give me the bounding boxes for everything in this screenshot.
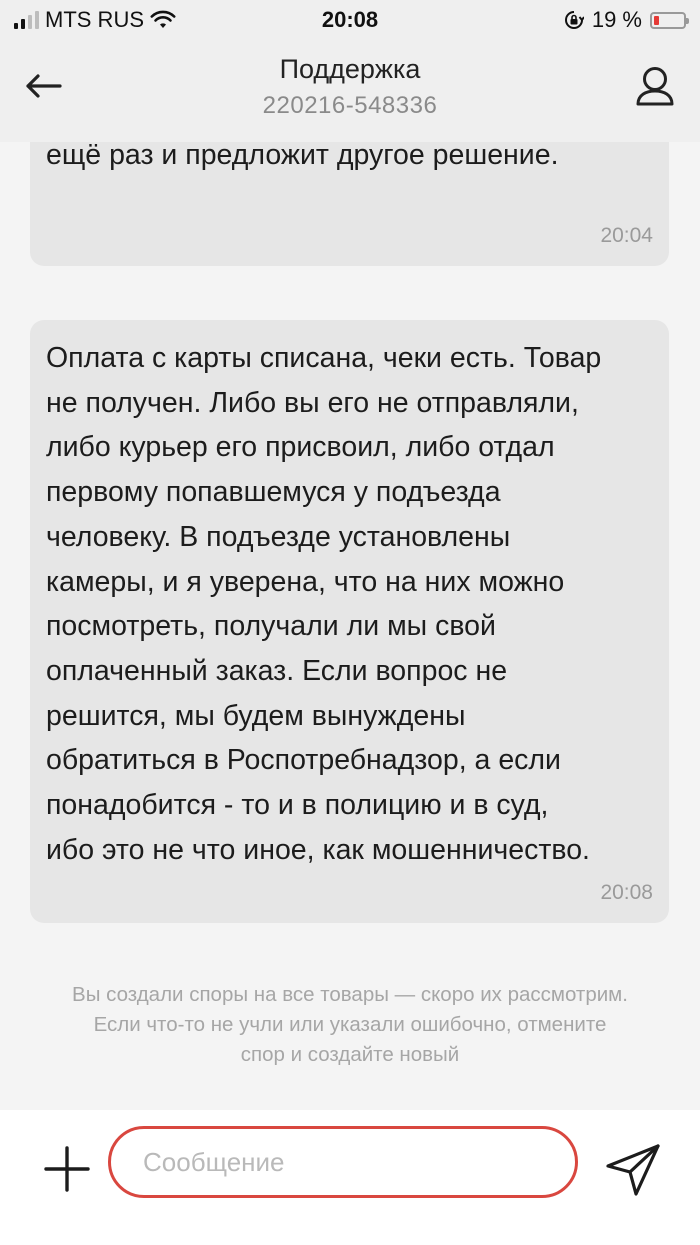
battery-percentage: 19 % (591, 7, 642, 32)
orientation-lock-icon (564, 11, 584, 29)
send-icon (606, 1144, 660, 1196)
message-bubble: Оплата с карты списана, чеки есть. Товар… (30, 320, 669, 923)
message-time: 20:08 (600, 881, 653, 904)
status-right: 19 % (564, 7, 689, 33)
chat-title: Поддержка (279, 54, 421, 84)
message-input[interactable] (108, 1126, 578, 1198)
system-notice: Вы создали споры на все товары — скоро и… (72, 983, 628, 1066)
status-bar: MTS RUS 20:08 19 % (0, 0, 700, 38)
message-list[interactable]: Решение отклонено. Магазин изучит спор е… (0, 142, 700, 1110)
message-time: 20:04 (600, 224, 653, 247)
chat-header: Поддержка 220216-548336 (0, 38, 700, 142)
user-icon (636, 67, 674, 106)
profile-button[interactable] (634, 64, 676, 108)
message-text: Оплата с карты списана, чеки есть. Товар… (46, 342, 602, 866)
ticket-number: 220216-548336 (262, 92, 438, 119)
send-button[interactable] (604, 1142, 662, 1198)
attach-button[interactable] (42, 1144, 92, 1194)
battery-icon (650, 11, 689, 29)
message-bubble: Решение отклонено. Магазин изучит спор е… (30, 142, 669, 266)
message-text: Решение отклонено. Магазин изучит спор е… (46, 142, 559, 171)
plus-icon (44, 1146, 90, 1192)
composer-bar (0, 1110, 700, 1245)
